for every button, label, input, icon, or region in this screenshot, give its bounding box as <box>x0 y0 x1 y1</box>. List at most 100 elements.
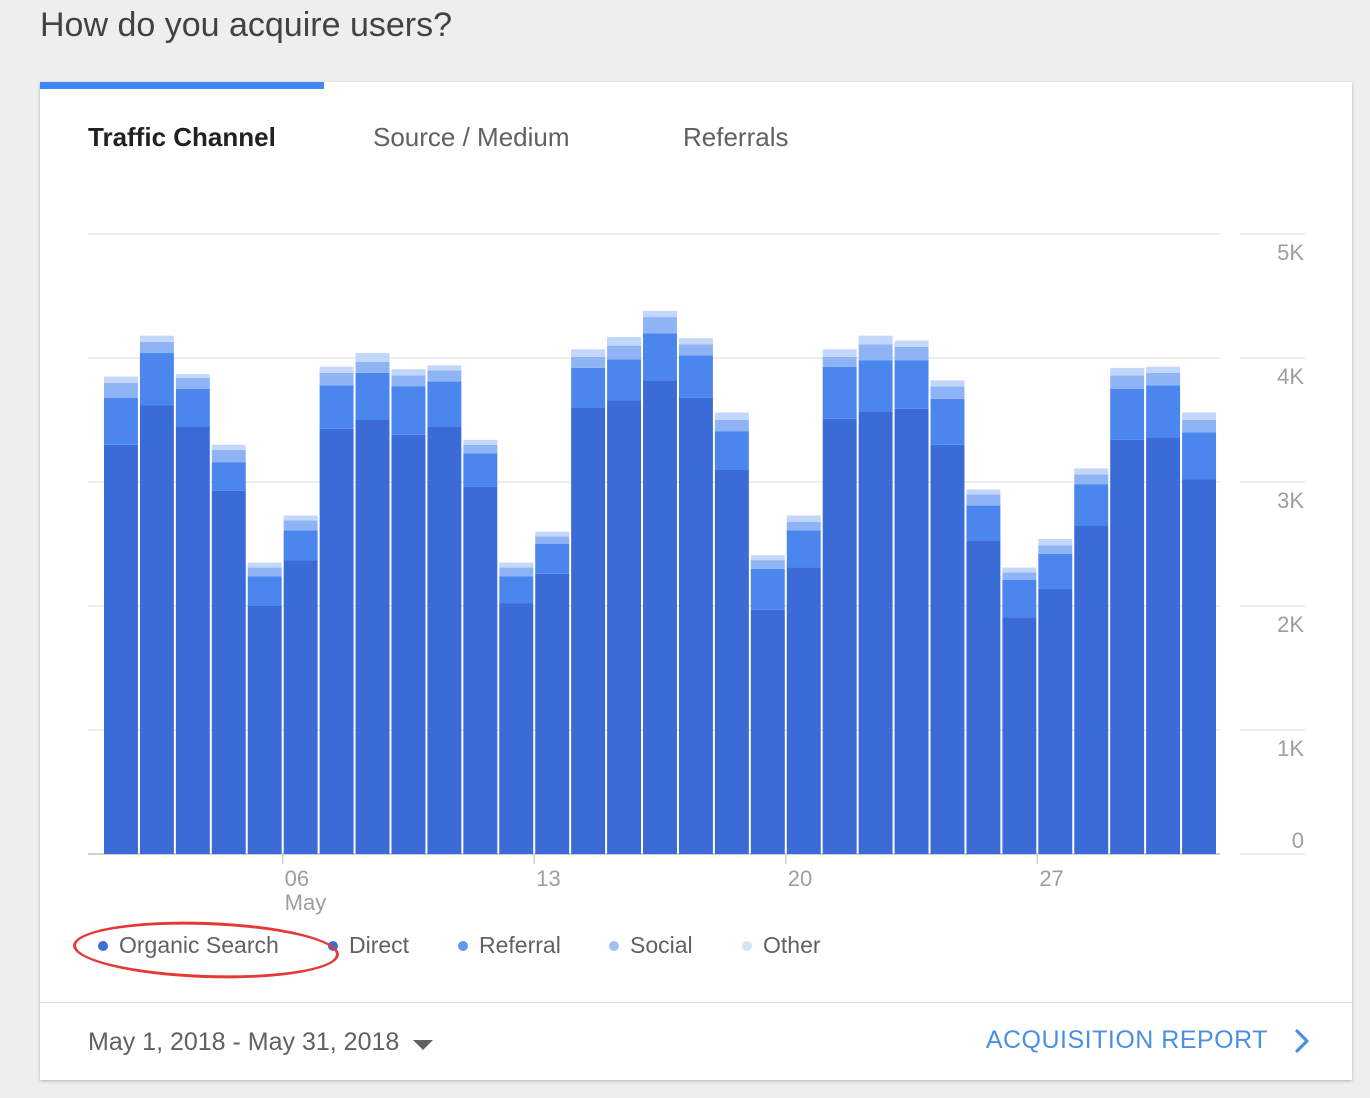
bar-segment-other <box>499 562 534 568</box>
bar-segment-social <box>427 370 462 382</box>
bar-segment-other <box>211 444 246 450</box>
bar-segment-organic-search <box>535 573 570 854</box>
bar-segment-other <box>175 374 210 378</box>
bar-segment-social <box>894 346 929 361</box>
y-tick-label: 3K <box>1277 488 1304 513</box>
bar-segment-other <box>139 335 174 342</box>
bar-segment-other <box>1110 367 1145 376</box>
legend-label: Other <box>763 932 821 958</box>
bar-segment-organic-search <box>247 606 282 854</box>
bar-segment-social <box>499 567 534 577</box>
bar-segment-referral <box>750 568 785 610</box>
chevron-right-icon <box>1295 1028 1309 1053</box>
legend-item-referral[interactable]: Referral <box>458 932 561 959</box>
bar-segment-organic-search <box>391 434 426 854</box>
bar-segment-referral <box>858 360 893 412</box>
bar-segment-social <box>571 356 606 368</box>
x-tick-sublabel: May <box>285 890 327 915</box>
bar-segment-other <box>427 365 462 371</box>
x-tick-label: 20 <box>788 866 812 891</box>
bar-segment-social <box>104 382 138 398</box>
bar-segment-other <box>1146 366 1181 373</box>
bar-segment-social <box>1074 474 1109 485</box>
date-range-label: May 1, 2018 - May 31, 2018 <box>88 1028 400 1056</box>
bar-segment-other <box>714 412 749 420</box>
bar-segment-referral <box>643 333 677 381</box>
bar-segment-social <box>319 372 354 386</box>
bar-segment-organic-search <box>463 486 498 854</box>
legend-item-direct[interactable]: Direct <box>328 932 409 959</box>
bar-segment-other <box>1074 468 1109 475</box>
bar-segment-referral <box>714 431 749 470</box>
bar-segment-social <box>283 520 318 531</box>
bar-segment-organic-search <box>786 567 821 854</box>
bar-segment-organic-search <box>571 407 606 854</box>
bar-segment-social <box>1002 572 1037 580</box>
y-tick-label: 4K <box>1277 364 1304 389</box>
bar-segment-other <box>463 439 498 445</box>
bar-segment-organic-search <box>499 603 534 854</box>
bar-segment-other <box>786 515 821 522</box>
bar-segment-referral <box>283 530 318 561</box>
x-tick-label: 13 <box>536 866 560 891</box>
bar-segment-referral <box>1074 484 1109 526</box>
y-tick-label: 5K <box>1277 240 1304 265</box>
legend-dot-icon <box>98 940 108 951</box>
bar-segment-other <box>822 349 857 357</box>
bar-segment-social <box>391 375 426 387</box>
bar-segment-social <box>1110 375 1145 389</box>
bar-segment-other <box>319 366 354 373</box>
date-range-selector[interactable]: May 1, 2018 - May 31, 2018 <box>88 1028 434 1057</box>
legend-item-organic-search[interactable]: Organic Search <box>98 932 279 959</box>
bar-segment-referral <box>1182 432 1216 480</box>
acquisition-report-link[interactable]: ACQUISITION REPORT <box>986 1026 1310 1055</box>
bar-segment-organic-search <box>607 400 642 854</box>
bar-segment-referral <box>894 360 929 409</box>
bar-segment-referral <box>463 453 498 487</box>
bar-segment-organic-search <box>104 444 138 854</box>
bar-segment-other <box>607 336 642 346</box>
bar-segment-other <box>283 515 318 521</box>
bar-segment-organic-search <box>678 397 713 854</box>
bar-segment-referral <box>535 544 570 574</box>
bar-segment-social <box>247 567 282 577</box>
bar-segment-organic-search <box>1182 479 1216 854</box>
bar-segment-social <box>714 420 749 432</box>
bar-segment-referral <box>499 576 534 604</box>
bar-segment-referral <box>247 576 282 606</box>
bar-segment-social <box>858 344 893 361</box>
legend-item-other[interactable]: Other <box>742 932 821 959</box>
acquisition-card: Traffic Channel Source / Medium Referral… <box>40 82 1352 1080</box>
bar-segment-social <box>930 386 965 399</box>
bar-segment-referral <box>1038 553 1073 589</box>
bar-segment-other <box>1002 567 1037 573</box>
legend-item-social[interactable]: Social <box>609 932 693 959</box>
bar-segment-organic-search <box>858 411 893 854</box>
bar-segment-referral <box>786 530 821 568</box>
bar-segment-social <box>211 449 246 463</box>
bar-segment-organic-search <box>319 428 354 854</box>
bar-segment-organic-search <box>750 609 785 854</box>
bar-segment-social <box>678 344 713 356</box>
bar-segment-other <box>643 310 677 318</box>
bar-segment-other <box>1038 539 1073 546</box>
bar-segment-referral <box>427 381 462 427</box>
bar-segment-organic-search <box>355 420 390 854</box>
bar-segment-referral <box>139 353 174 406</box>
bar-segment-referral <box>1110 389 1145 440</box>
bar-segment-organic-search <box>427 426 462 854</box>
bar-segment-other <box>858 335 893 345</box>
bar-segment-organic-search <box>714 469 749 854</box>
bar-segment-organic-search <box>175 426 210 854</box>
y-tick-label: 2K <box>1277 612 1304 637</box>
bar-segment-other <box>894 340 929 347</box>
traffic-channel-chart: 0 1K 2K 3K 4K 5K 06May 13 20 27 <box>88 233 1305 915</box>
bar-segment-organic-search <box>283 560 318 854</box>
bar-segment-social <box>139 341 174 354</box>
bar-segment-referral <box>607 359 642 401</box>
bar-segment-social <box>786 521 821 531</box>
bar-segment-referral <box>391 386 426 435</box>
bar-segment-referral <box>355 372 390 420</box>
bar-segment-social <box>175 377 210 389</box>
bar-segment-organic-search <box>930 444 965 854</box>
